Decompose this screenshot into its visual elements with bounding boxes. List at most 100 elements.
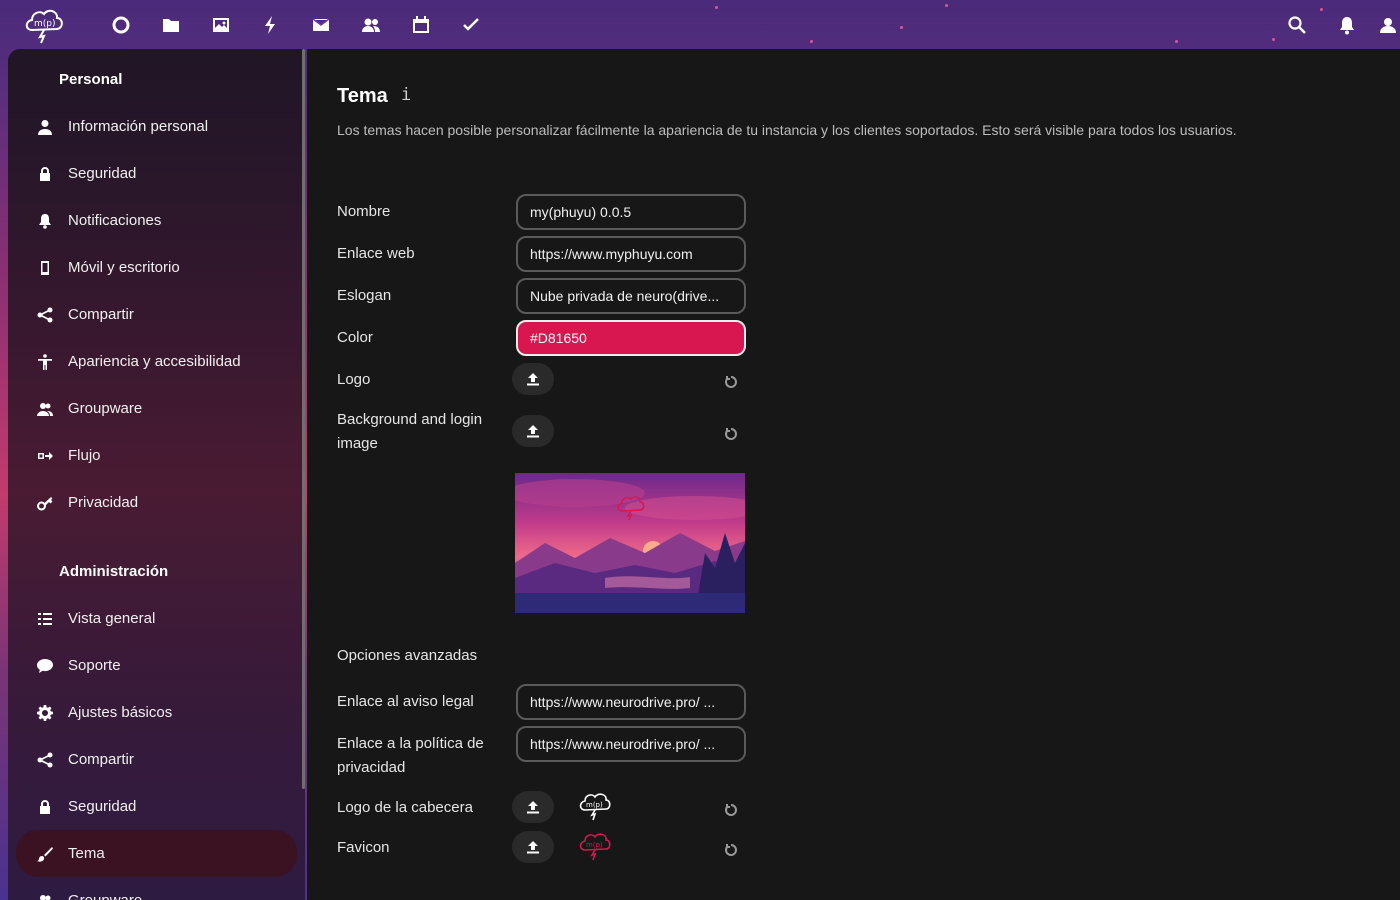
sidebar-item-label: Seguridad — [68, 165, 137, 182]
tasks-icon[interactable] — [446, 0, 496, 49]
upload-icon — [527, 425, 539, 438]
privacy-input[interactable]: https://www.neurodrive.pro/ ... — [516, 726, 746, 762]
sidebar-item-flujo[interactable]: Flujo — [16, 432, 297, 479]
sidebar-scrollbar[interactable] — [302, 49, 305, 789]
url-label: Enlace web — [337, 245, 415, 262]
name-label: Nombre — [337, 203, 391, 220]
sidebar-admin-item-compartir[interactable]: Compartir — [16, 736, 297, 783]
accessibility-icon — [36, 353, 54, 371]
phone-icon — [36, 259, 54, 277]
name-input[interactable]: my(phuyu) 0.0.5 — [516, 194, 746, 230]
brand-logo-icon[interactable]: m(p) — [22, 4, 66, 44]
sidebar-admin-item-tema[interactable]: Tema — [16, 830, 297, 877]
notifications-icon[interactable] — [1322, 0, 1372, 49]
sidebar-item-label: Compartir — [68, 751, 134, 768]
bell-icon — [36, 212, 54, 230]
favicon-upload-button[interactable] — [512, 831, 554, 863]
sidebar-item-label: Privacidad — [68, 494, 139, 511]
header-logo-upload-button[interactable] — [512, 791, 554, 823]
sidebar-item-label: Notificaciones — [68, 212, 162, 229]
sidebar-item-label: Compartir — [68, 306, 134, 323]
search-icon[interactable] — [1272, 0, 1322, 49]
sidebar-item-movil-y-escritorio[interactable]: Móvil y escritorio — [16, 244, 297, 291]
favicon-preview-icon: m(p) — [577, 828, 611, 862]
activity-icon[interactable] — [246, 0, 296, 49]
list-icon — [36, 610, 54, 628]
sidebar-item-label: Apariencia y accesibilidad — [68, 353, 241, 370]
section-title-personal: Personal — [59, 71, 123, 88]
sidebar-admin-item-ajustes-basicos[interactable]: Ajustes básicos — [16, 689, 297, 736]
upload-icon — [527, 841, 539, 854]
color-picker[interactable]: #D81650 — [516, 320, 746, 356]
url-input[interactable]: https://www.myphuyu.com — [516, 236, 746, 272]
sidebar-admin-item-soporte[interactable]: Soporte — [16, 642, 297, 689]
sidebar-item-label: Información personal — [68, 118, 209, 135]
header-logo-reset-icon[interactable] — [724, 803, 738, 817]
contacts-icon[interactable] — [346, 0, 396, 49]
advanced-options-title: Opciones avanzadas — [337, 647, 478, 664]
favicon-reset-icon[interactable] — [724, 843, 738, 857]
dashboard-icon[interactable] — [96, 0, 146, 49]
mail-icon[interactable] — [296, 0, 346, 49]
color-label: Color — [337, 329, 373, 346]
sidebar-item-label: Flujo — [68, 447, 101, 464]
sidebar-admin-item-seguridad[interactable]: Seguridad — [16, 783, 297, 830]
section-title-admin: Administración — [59, 563, 169, 580]
sidebar-item-compartir[interactable]: Compartir — [16, 291, 297, 338]
slogan-input[interactable]: Nube privada de neuro(drive... — [516, 278, 746, 314]
header-logo-preview-icon: m(p) — [577, 788, 611, 822]
group-icon — [36, 400, 54, 418]
group-icon — [36, 892, 54, 900]
logo-label: Logo — [337, 371, 371, 388]
page-description: Los temas hacen posible personalizar fác… — [337, 122, 1237, 138]
sidebar-item-informacion-personal[interactable]: Información personal — [16, 103, 297, 150]
sidebar-admin-item-groupware[interactable]: Groupware — [16, 877, 297, 900]
sidebar-item-label: Seguridad — [68, 798, 137, 815]
contacts-menu-icon[interactable] — [1372, 0, 1400, 49]
lock-icon — [36, 798, 54, 816]
main-content: Tema i Los temas hacen posible personali… — [307, 49, 1400, 900]
background-preview-image — [515, 473, 745, 613]
header-logo-label: Logo de la cabecera — [337, 799, 473, 816]
sidebar-item-label: Ajustes básicos — [68, 704, 173, 721]
upload-icon — [527, 801, 539, 814]
logo-reset-icon[interactable] — [724, 375, 738, 389]
top-header: m(p) — [0, 0, 1400, 49]
lock-icon — [36, 165, 54, 183]
upload-icon — [527, 373, 539, 386]
flow-icon — [36, 447, 54, 465]
sidebar-item-notificaciones[interactable]: Notificaciones — [16, 197, 297, 244]
sidebar-item-apariencia-y-accesibilidad[interactable]: Apariencia y accesibilidad — [16, 338, 297, 385]
logo-upload-button[interactable] — [512, 363, 554, 395]
sidebar-item-label: Soporte — [68, 657, 121, 674]
sidebar-item-groupware[interactable]: Groupware — [16, 385, 297, 432]
sidebar-admin-item-vista-general[interactable]: Vista general — [16, 595, 297, 642]
sidebar-item-privacidad[interactable]: Privacidad — [16, 479, 297, 526]
svg-text:m(p): m(p) — [586, 841, 603, 849]
page-title: Tema — [337, 85, 388, 107]
sidebar-item-label: Móvil y escritorio — [68, 259, 180, 276]
background-reset-icon[interactable] — [724, 427, 738, 441]
legal-input[interactable]: https://www.neurodrive.pro/ ... — [516, 684, 746, 720]
photos-icon[interactable] — [196, 0, 246, 49]
privacy-label: Enlace a la política de privacidad — [337, 735, 484, 776]
files-icon[interactable] — [146, 0, 196, 49]
sidebar-item-label: Groupware — [68, 892, 142, 900]
background-label: Background and login image — [337, 411, 483, 452]
user-icon — [36, 118, 54, 136]
gear-icon — [36, 704, 54, 722]
sidebar-item-label: Vista general — [68, 610, 156, 627]
legal-label: Enlace al aviso legal — [337, 693, 474, 710]
paintbrush-icon — [36, 845, 54, 863]
chat-bubble-icon — [36, 657, 54, 675]
info-icon[interactable]: i — [401, 85, 415, 107]
slogan-label: Eslogan — [337, 287, 392, 304]
favicon-label: Favicon — [337, 839, 390, 856]
calendar-icon[interactable] — [396, 0, 446, 49]
sidebar-item-label: Groupware — [68, 400, 143, 417]
svg-text:m(p): m(p) — [34, 19, 56, 29]
sidebar-item-seguridad[interactable]: Seguridad — [16, 150, 297, 197]
share-icon — [36, 306, 54, 324]
background-upload-button[interactable] — [512, 415, 554, 447]
settings-sidebar: Personal Información personal Seguridad No… — [8, 49, 305, 900]
